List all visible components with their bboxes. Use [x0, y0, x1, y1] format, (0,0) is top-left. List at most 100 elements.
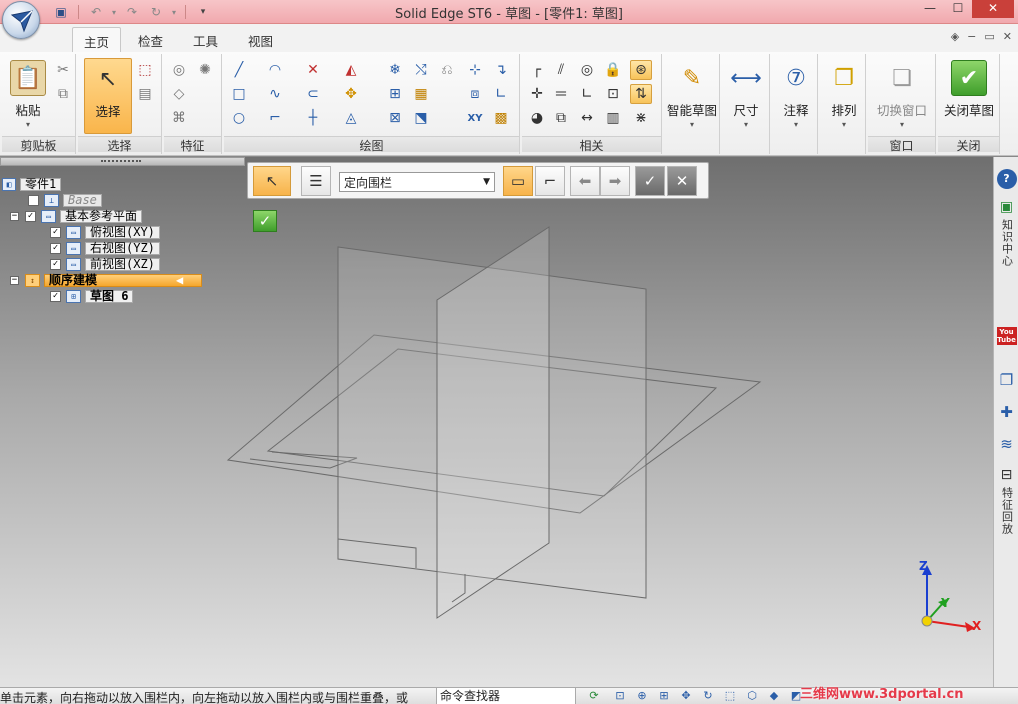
feature-playback-tab[interactable]: ⊟ 特征回放	[996, 467, 1017, 535]
command-finder-input[interactable]: 命令查找器	[436, 688, 576, 704]
tree-item-top-plane[interactable]: ✓ ▭ 俯视图(XY)	[50, 225, 160, 239]
tree-item-front-plane[interactable]: ✓ ▭ 前视图(XZ)	[50, 257, 160, 271]
copy-element-icon[interactable]: ⧈	[464, 84, 486, 104]
dimension-button[interactable]: ⟷ 尺寸 ▾	[722, 58, 770, 134]
fence-polygon-button[interactable]: ⌐	[535, 166, 565, 196]
base-checkbox[interactable]	[28, 194, 39, 206]
refresh-icon[interactable]: ⟳	[586, 689, 602, 703]
mirror-feature-icon[interactable]: ⌘	[168, 108, 190, 128]
fit-icon[interactable]: ⊞	[656, 689, 672, 703]
youtube-tab[interactable]: You Tube	[996, 327, 1017, 345]
intellisketch-dropdown-icon[interactable]: ▾	[664, 120, 720, 129]
zone-icon[interactable]: ▩	[490, 108, 512, 128]
pathfinder-grip[interactable]	[101, 160, 141, 163]
sensors-tab[interactable]: ≋	[996, 435, 1017, 453]
undo-icon[interactable]: ↶	[85, 3, 107, 21]
rectangle-icon[interactable]: □	[228, 84, 250, 104]
round-icon[interactable]: ✺	[194, 60, 216, 80]
concentric-icon[interactable]: ◎	[576, 60, 598, 80]
right-plane-checkbox[interactable]: ✓	[50, 242, 61, 254]
maintain-relationships-icon[interactable]: ⊛	[630, 60, 652, 80]
annotation-dropdown-icon[interactable]: ▾	[772, 120, 820, 129]
offset-icon[interactable]: ⊂	[302, 84, 324, 104]
curve-icon[interactable]: ∿	[264, 84, 286, 104]
select-tools-icon[interactable]: ⬚	[134, 60, 156, 80]
arrange-dropdown-icon[interactable]: ▾	[820, 120, 868, 129]
lock-icon[interactable]: 🔒	[602, 60, 624, 80]
zoom-icon[interactable]: ⊕	[634, 689, 650, 703]
rollback-marker-icon[interactable]: ◀	[176, 273, 183, 287]
tree-item-sequential-modeling[interactable]: − ↕ 顺序建模 ◀	[10, 273, 202, 287]
paste-button[interactable]: 📋 粘贴 ▾	[4, 58, 52, 134]
application-button[interactable]	[2, 1, 40, 39]
intellisketch-button[interactable]: ✎ 智能草图 ▾	[664, 58, 720, 134]
tab-inspect[interactable]: 检查	[127, 27, 174, 52]
maximize-icon[interactable]: ☐	[944, 0, 972, 18]
fill-icon[interactable]: ◭	[340, 60, 362, 80]
reference-planes-collapse-icon[interactable]: −	[10, 211, 19, 221]
horizontal-vertical-icon[interactable]: ∟	[576, 84, 598, 104]
view-orientation-icon[interactable]: ⬡	[744, 689, 760, 703]
tab-view[interactable]: 视图	[237, 27, 284, 52]
redo-dropdown-icon[interactable]: ▾	[169, 3, 179, 21]
equal-icon[interactable]: ＝	[550, 84, 572, 104]
minimize-icon[interactable]: —	[916, 0, 944, 18]
corner-icon[interactable]: ∟	[490, 84, 512, 104]
close-window-icon[interactable]: ✕	[972, 0, 1014, 18]
pick-icon[interactable]: ⬔	[410, 108, 432, 128]
xy-coordinate-icon[interactable]: XY	[464, 108, 486, 128]
pattern-icon[interactable]: ◇	[168, 84, 190, 104]
next-button[interactable]: ➡	[600, 166, 630, 196]
help-pin-icon[interactable]: ◈	[951, 30, 959, 43]
rotate-icon[interactable]: ↻	[700, 689, 716, 703]
relationship-assistant-icon[interactable]: ⇅	[630, 84, 652, 104]
fillet-icon[interactable]: ⌐	[264, 108, 286, 128]
copy-icon[interactable]: ⧉	[52, 84, 74, 104]
tree-item-base[interactable]: ⊥ Base	[28, 193, 102, 207]
annotation-button[interactable]: ⑦ 注释 ▾	[772, 58, 820, 134]
symmetric-icon[interactable]: ⧉	[550, 108, 572, 128]
move-icon[interactable]: ✥	[340, 84, 362, 104]
rigid-set-icon[interactable]: ⊡	[602, 84, 624, 104]
paste-dropdown-icon[interactable]: ▾	[4, 120, 52, 129]
tab-home[interactable]: 主页	[72, 27, 122, 52]
text-profile-icon[interactable]: ⎌	[436, 60, 458, 80]
hatch-icon[interactable]: ▦	[410, 84, 432, 104]
cancel-button[interactable]: ✕	[667, 166, 697, 196]
intersect-icon[interactable]: ⤭	[410, 60, 432, 80]
knowledge-center-tab[interactable]: ▣ 知识中心	[996, 199, 1017, 267]
switch-window-dropdown-icon[interactable]: ▾	[872, 120, 932, 129]
fence-rectangle-button[interactable]: ▭	[503, 166, 533, 196]
tangent-icon[interactable]: ◕	[526, 108, 548, 128]
close-sketch-button[interactable]: ✔ 关闭草图	[940, 58, 998, 134]
collinear-icon[interactable]: ↔	[576, 108, 598, 128]
layers-tab[interactable]: ❐	[996, 371, 1017, 389]
previous-button[interactable]: ⬅	[570, 166, 600, 196]
ribbon-minimize-icon[interactable]: −	[967, 30, 976, 43]
mirror-icon[interactable]: ◬	[340, 108, 362, 128]
fence-mode-select[interactable]: 定向围栏 ▼	[339, 172, 495, 192]
arrange-button[interactable]: ❐ 排列 ▾	[820, 58, 868, 134]
accept-button[interactable]: ✓	[635, 166, 665, 196]
extend-icon[interactable]: ↴	[490, 60, 512, 80]
project-icon[interactable]: ❄	[384, 60, 406, 80]
save-icon[interactable]: ▣	[50, 3, 72, 21]
trim-icon[interactable]: ✕	[302, 60, 324, 80]
family-of-parts-tab[interactable]: ✚	[996, 403, 1017, 421]
top-plane-checkbox[interactable]: ✓	[50, 226, 61, 238]
point-grid-icon[interactable]: ⊹	[464, 60, 486, 80]
repeat-icon[interactable]: ↻	[145, 3, 167, 21]
zoom-area-icon[interactable]: ⊡	[612, 689, 628, 703]
tree-item-sketch[interactable]: ✓ ⊞ 草图 6	[50, 289, 134, 303]
front-plane-checkbox[interactable]: ✓	[50, 258, 61, 270]
sketch-status-check-icon[interactable]: ✓	[253, 210, 277, 232]
parallel-icon[interactable]: ⫽	[550, 60, 572, 80]
tree-item-part[interactable]: ◧ 零件1	[2, 177, 62, 191]
shaded-icon[interactable]: ◆	[766, 689, 782, 703]
customize-qat-icon[interactable]: ▾	[192, 3, 214, 21]
include-icon[interactable]: ⊞	[384, 84, 406, 104]
hole-icon[interactable]: ◎	[168, 60, 190, 80]
tree-item-right-plane[interactable]: ✓ ▭ 右视图(YZ)	[50, 241, 160, 255]
line-icon[interactable]: ╱	[228, 60, 250, 80]
tree-item-base-reference-planes[interactable]: − ✓ ▭ 基本参考平面	[10, 209, 143, 223]
